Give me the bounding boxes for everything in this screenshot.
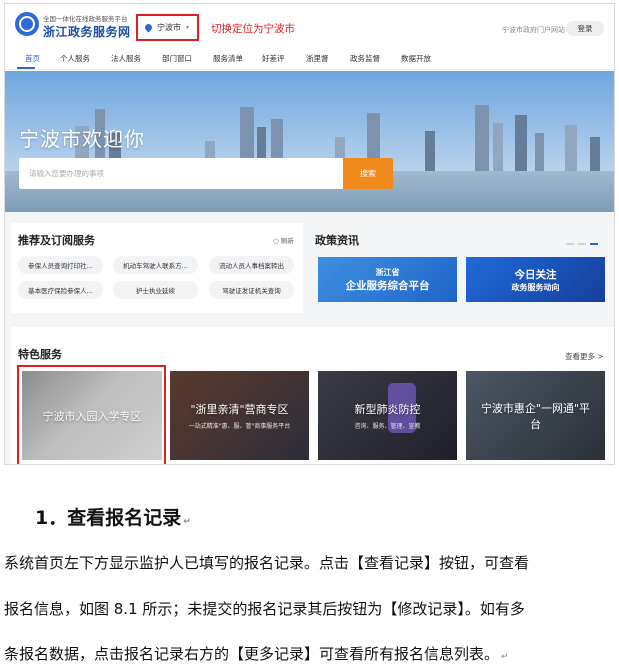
service-pill[interactable]: 驾驶证发证机关查询 [209, 281, 294, 299]
location-pin-icon [143, 22, 154, 33]
featured-item-title: "浙里亲清"营商专区 [190, 403, 289, 416]
search-button[interactable]: 搜索 [343, 158, 393, 189]
nav-departments[interactable]: 部门窗口 [162, 53, 192, 64]
skyline-building [425, 131, 435, 171]
paragraph-mark: ↵ [501, 652, 509, 662]
skyline-building [590, 137, 600, 171]
portal-screenshot: 全国一体化在线政务服务平台 浙江政务服务网 宁波市 ▾ 切换定位为宁波市 宁波市… [4, 3, 615, 465]
featured-item-sub: 一站式精准"惠、服、管"商事服务平台 [188, 423, 291, 430]
featured-item-title: 宁波市惠企"一网通"平台 [480, 401, 591, 431]
view-more-link[interactable]: 查看更多 > [565, 351, 604, 362]
featured-enterprise-platform[interactable]: 宁波市惠企"一网通"平台 [466, 371, 605, 460]
carousel-dot-active[interactable] [590, 243, 598, 245]
nav-rating[interactable]: 好差评 [262, 53, 285, 64]
hero-banner: 宁波市欢迎你 请输入您要办理的事项 搜索 [5, 71, 614, 212]
featured-item-title: 新型肺炎防控 [354, 403, 421, 416]
policy-title: 政策资讯 [315, 234, 359, 247]
featured-covid-control[interactable]: 新型肺炎防控 咨询、服务、管理、宣教 [318, 371, 457, 460]
featured-item-sub: 咨询、服务、管理、宣教 [354, 423, 421, 430]
paragraph-mark: ↵ [183, 517, 191, 527]
annotation-highlight-box [17, 365, 166, 464]
login-button[interactable]: 登录 [566, 21, 604, 36]
recommend-title: 推荐及订阅服务 [18, 234, 95, 247]
carousel-dot[interactable] [578, 243, 586, 245]
skyline-building [565, 125, 577, 171]
nav-personal[interactable]: 个人服务 [60, 53, 90, 64]
featured-title: 特色服务 [18, 348, 62, 361]
portal-link[interactable]: 宁波市政府门户网站 [502, 25, 565, 35]
nav-legal-person[interactable]: 法人服务 [111, 53, 141, 64]
heading-text: 1．查看报名记录 [35, 507, 182, 529]
service-pill[interactable]: 护士执业延续 [113, 281, 198, 299]
policy-banner-line2: 政务服务动向 [511, 282, 560, 292]
nav-home[interactable]: 首页 [25, 53, 40, 64]
featured-business-zone[interactable]: "浙里亲清"营商专区 一站式精准"惠、服、管"商事服务平台 [170, 371, 309, 460]
paragraph-line: 条报名数据，点击报名记录右方的【更多记录】可查看所有报名信息列表。 ↵ [4, 643, 509, 664]
policy-banner-line1: 今日关注 [514, 268, 557, 281]
service-pill[interactable]: 参保人员查询打印社... [18, 256, 103, 274]
nav-gov-supervision[interactable]: 政务监督 [350, 53, 380, 64]
logo-title[interactable]: 浙江政务服务网 [43, 23, 131, 40]
skyline-building [493, 123, 503, 171]
service-pill[interactable]: 机动车驾驶人联系方... [113, 256, 198, 274]
service-pill[interactable]: 流动人员人事档案转出 [209, 256, 294, 274]
policy-banner-line1: 浙江省 [375, 267, 400, 277]
nav-supervise[interactable]: 浙里督 [306, 53, 329, 64]
policy-banner-today[interactable]: 今日关注 政务服务动向 [466, 257, 605, 302]
policy-banner-enterprise[interactable]: 浙江省 企业服务综合平台 [318, 257, 457, 302]
refresh-button[interactable]: ○ 刷新 [273, 235, 294, 245]
main-nav: 首页 个人服务 法人服务 部门窗口 服务清单 好差评 浙里督 政务监督 数据开放 [5, 44, 614, 70]
section-heading: 1．查看报名记录 ↵ [35, 503, 191, 530]
annotation-switch-city: 切换定位为宁波市 [211, 23, 295, 35]
site-header: 全国一体化在线政务服务平台 浙江政务服务网 宁波市 ▾ 切换定位为宁波市 宁波市… [5, 4, 614, 44]
city-selector[interactable]: 宁波市 ▾ [136, 14, 199, 41]
city-name: 宁波市 [157, 23, 181, 32]
skyline-building [515, 115, 527, 171]
welcome-title: 宁波市欢迎你 [19, 127, 145, 151]
government-emblem-icon [15, 12, 39, 36]
logo-subtitle: 全国一体化在线政务服务平台 [43, 15, 128, 23]
policy-banner-line2: 企业服务综合平台 [345, 279, 430, 292]
paragraph-line: 系统首页左下方显示监护人已填写的报名记录。点击【查看记录】按钮，可查看 [4, 554, 530, 572]
paragraph-line: 报名信息，如图 8.1 所示；未提交的报名记录其后按钮为【修改记录】。如有多 [4, 600, 525, 618]
nav-active-indicator [17, 67, 35, 69]
skyline-building [535, 133, 544, 171]
refresh-label: 刷新 [280, 237, 294, 245]
nav-open-data[interactable]: 数据开放 [401, 53, 431, 64]
nav-service-list[interactable]: 服务清单 [213, 53, 243, 64]
search-input[interactable]: 请输入您要办理的事项 [19, 158, 343, 189]
skyline-building [475, 105, 489, 171]
service-pill[interactable]: 基本医疗保险参保人... [18, 281, 103, 299]
paragraph-text: 条报名数据，点击报名记录右方的【更多记录】可查看所有报名信息列表。 [4, 645, 500, 663]
chevron-down-icon: ▾ [186, 24, 190, 31]
carousel-dot[interactable] [566, 243, 574, 245]
